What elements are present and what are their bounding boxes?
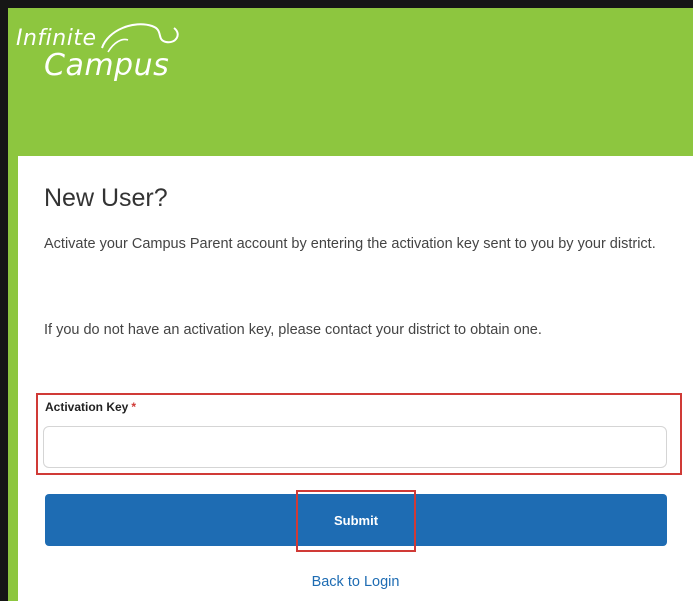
- page-title: New User?: [44, 184, 168, 212]
- logo-swoosh-icon: [101, 23, 179, 53]
- activation-instructions: Activate your Campus Parent account by e…: [44, 236, 656, 252]
- back-to-login-link[interactable]: Back to Login: [18, 574, 693, 590]
- activation-key-input[interactable]: [43, 426, 667, 468]
- submit-button[interactable]: Submit: [45, 494, 667, 546]
- no-key-instructions: If you do not have an activation key, pl…: [44, 322, 542, 338]
- window-frame: Infinite Campus New User? Activate your …: [0, 0, 693, 601]
- infinite-campus-logo: Infinite Campus: [14, 18, 204, 88]
- activation-key-label: Activation Key *: [45, 400, 136, 414]
- activation-key-label-text: Activation Key: [45, 400, 129, 414]
- new-user-card: New User? Activate your Campus Parent ac…: [18, 156, 693, 601]
- required-asterisk: *: [131, 400, 137, 414]
